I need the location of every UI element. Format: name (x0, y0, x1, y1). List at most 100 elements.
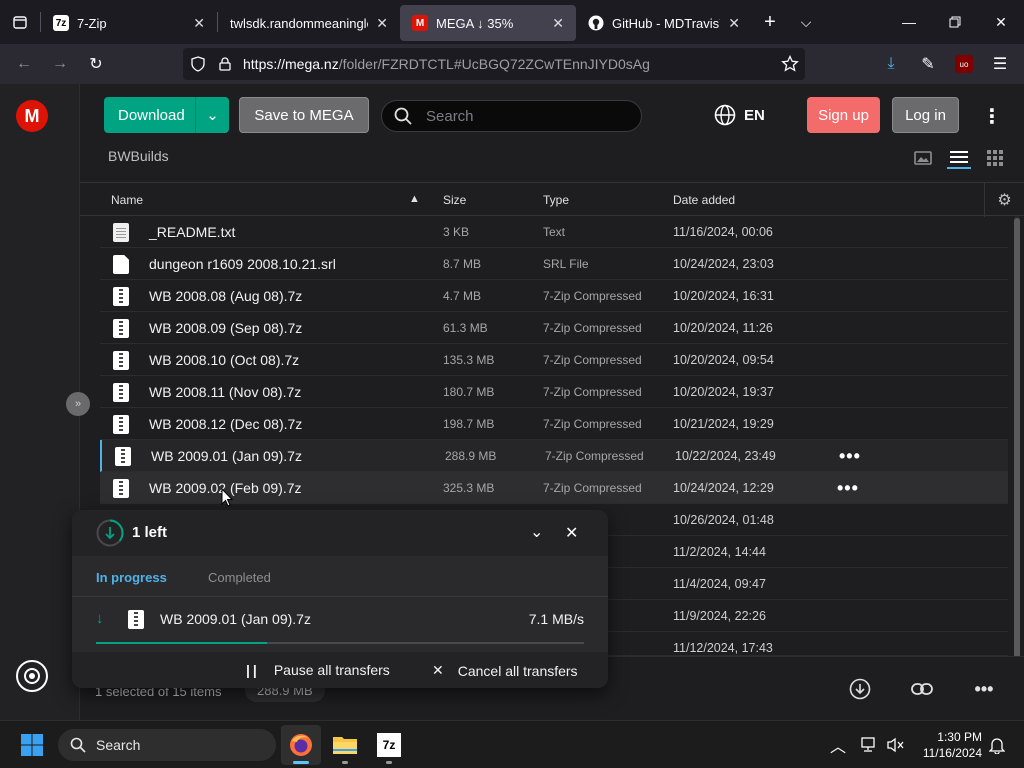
tab-list-button[interactable] (0, 0, 40, 44)
taskbar-firefox[interactable] (281, 725, 321, 765)
downloads-button[interactable]: ⤓ (873, 48, 909, 80)
tab-mega[interactable]: M MEGA ↓ 35% ✕ (400, 5, 576, 41)
file-row[interactable]: WB 2008.11 (Nov 08).7z 180.7 MB 7-Zip Comp… (100, 376, 1008, 408)
file-row[interactable]: WB 2008.09 (Sep 08).7z 61.3 MB 7-Zip Compr… (100, 312, 1008, 344)
7zip-favicon-icon: 7z (53, 15, 69, 31)
link-icon (911, 683, 933, 695)
close-tab-icon[interactable]: ✕ (728, 15, 740, 32)
column-type[interactable]: Type (543, 193, 569, 207)
bookmark-star-icon[interactable] (781, 54, 799, 76)
file-row[interactable]: WB 2008.08 (Aug 08).7z 4.7 MB 7-Zip Compre… (100, 280, 1008, 312)
more-options-button[interactable]: ⋮ (980, 104, 1004, 128)
file-row[interactable]: WB 2008.10 (Oct 08).7z 135.3 MB 7-Zip Comp… (100, 344, 1008, 376)
tab-twlsdk[interactable]: twlsdk.randommeaningles ✕ (218, 5, 400, 41)
network-status[interactable] (860, 735, 880, 755)
close-window-button[interactable]: ✕ (978, 0, 1024, 44)
ublock-button[interactable]: uo (946, 48, 982, 80)
address-bar[interactable]: https://mega.nz/folder/FZRDTCTL#UcBGQ72Z… (183, 48, 805, 80)
minimize-button[interactable]: — (886, 0, 932, 44)
scrollbar-thumb[interactable] (1014, 218, 1020, 658)
github-favicon-icon (588, 15, 604, 31)
download-label: Download (118, 106, 185, 124)
tab-github[interactable]: GitHub - MDTravisYT/r ✕ (576, 5, 752, 41)
new-tab-button[interactable]: + (752, 11, 788, 34)
system-clock[interactable]: 1:30 PM 11/16/2024 (920, 729, 982, 761)
show-hidden-icons-button[interactable]: ︿ (828, 735, 848, 756)
thumbnail-view-button[interactable] (911, 147, 935, 169)
search-box[interactable]: Search (381, 100, 642, 132)
column-size[interactable]: Size (443, 193, 466, 207)
download-options-button[interactable]: ⌄ (195, 97, 229, 133)
tab-list-icon (13, 16, 27, 29)
open-app-indicator (342, 761, 348, 764)
grid-view-button[interactable] (983, 147, 1007, 169)
arrow-left-icon: ← (16, 55, 32, 72)
get-link-button[interactable] (910, 677, 934, 701)
close-icon: ✕ (565, 525, 579, 542)
menu-button[interactable]: ☰ (982, 48, 1018, 80)
file-date: 11/16/2024, 00:06 (673, 225, 773, 239)
volume-status[interactable] (886, 735, 906, 755)
mouse-cursor-icon (221, 488, 233, 507)
signup-button[interactable]: Sign up (807, 97, 880, 133)
mega-status-icon[interactable] (16, 660, 48, 692)
tab-in-progress[interactable]: In progress (96, 570, 167, 585)
download-selected-button[interactable] (848, 677, 872, 701)
save-to-mega-button[interactable]: Save to MEGA (239, 97, 369, 133)
lock-icon[interactable] (213, 57, 237, 71)
file-row[interactable]: WB 2008.12 (Dec 08).7z 198.7 MB 7-Zip Comp… (100, 408, 1008, 440)
file-row[interactable]: _README.txt 3 KB Text 11/16/2024, 00:06 (100, 216, 1008, 248)
file-name: WB 2009.01 (Jan 09).7z (151, 448, 302, 464)
clock-time: 1:30 PM (937, 730, 982, 744)
reload-button[interactable]: ↻ (78, 48, 114, 80)
file-date: 10/24/2024, 12:29 (673, 481, 774, 495)
mega-logo-icon[interactable]: M (16, 100, 48, 132)
list-view-button[interactable] (947, 147, 971, 169)
tab-title: GitHub - MDTravisYT/r (612, 15, 720, 31)
close-tab-icon[interactable]: ✕ (552, 15, 564, 32)
cancel-all-transfers-button[interactable]: ✕ Cancel all transfers (432, 662, 578, 679)
url-path: /folder/FZRDTCTL#UcBGQ72ZCwTEnnJIYD0sAg (338, 56, 650, 72)
language-selector[interactable]: EN (714, 104, 765, 126)
column-date-added[interactable]: Date added (673, 193, 735, 207)
forward-button[interactable]: → (42, 48, 78, 80)
login-button[interactable]: Log in (892, 97, 959, 133)
file-date: 10/21/2024, 19:29 (673, 417, 774, 431)
taskbar-search[interactable]: Search (58, 729, 276, 761)
row-more-options-icon[interactable]: ••• (839, 446, 861, 467)
sort-ascending-icon[interactable]: ▲ (409, 193, 420, 205)
tab-completed[interactable]: Completed (208, 570, 271, 585)
archive-icon (113, 415, 129, 434)
file-name: _README.txt (149, 224, 236, 240)
file-name: WB 2008.11 (Nov 08).7z (149, 384, 302, 400)
list-all-tabs-button[interactable]: ⌵ (788, 14, 824, 31)
pause-all-transfers-button[interactable]: || Pause all transfers (246, 662, 390, 678)
column-settings-button[interactable]: ⚙ (984, 183, 1024, 217)
download-button[interactable]: Download ⌄ (104, 97, 229, 133)
extensions-button[interactable]: ✎ (910, 48, 946, 80)
taskbar-file-explorer[interactable] (325, 725, 365, 765)
transfer-manager-panel: 1 left ⌄ ✕ In progress Completed ↓ WB 20… (72, 510, 608, 688)
start-button[interactable] (12, 725, 52, 765)
column-name[interactable]: Name (111, 193, 143, 207)
shield-icon[interactable] (183, 56, 213, 72)
sidebar-expand-handle[interactable]: » (66, 392, 90, 416)
taskbar-7zip[interactable]: 7z (369, 725, 409, 765)
back-button[interactable]: ← (6, 48, 42, 80)
list-icon (950, 151, 968, 163)
file-row-hovered[interactable]: WB 2009.02 (Feb 09).7z 325.3 MB 7-Zip Comp… (100, 472, 1008, 504)
firefox-icon (290, 734, 312, 756)
close-icon: ✕ (995, 13, 1007, 30)
breadcrumb[interactable]: BWBuilds (108, 148, 169, 164)
collapse-panel-button[interactable]: ⌄ (530, 522, 543, 542)
close-tab-icon[interactable]: ✕ (376, 15, 388, 32)
file-row[interactable]: dungeon r1609 2008.10.21.srl 8.7 MB SRL Fi… (100, 248, 1008, 280)
close-panel-button[interactable]: ✕ (565, 523, 578, 543)
footer-more-button[interactable]: ••• (972, 677, 996, 701)
close-tab-icon[interactable]: ✕ (193, 15, 205, 32)
notifications-button[interactable] (987, 735, 1007, 755)
tab-7zip[interactable]: 7z 7-Zip ✕ (41, 5, 217, 41)
maximize-button[interactable] (932, 0, 978, 44)
row-more-options-icon[interactable]: ••• (837, 478, 859, 499)
file-row-selected[interactable]: WB 2009.01 (Jan 09).7z 288.9 MB 7-Zip Comp… (100, 440, 1008, 472)
